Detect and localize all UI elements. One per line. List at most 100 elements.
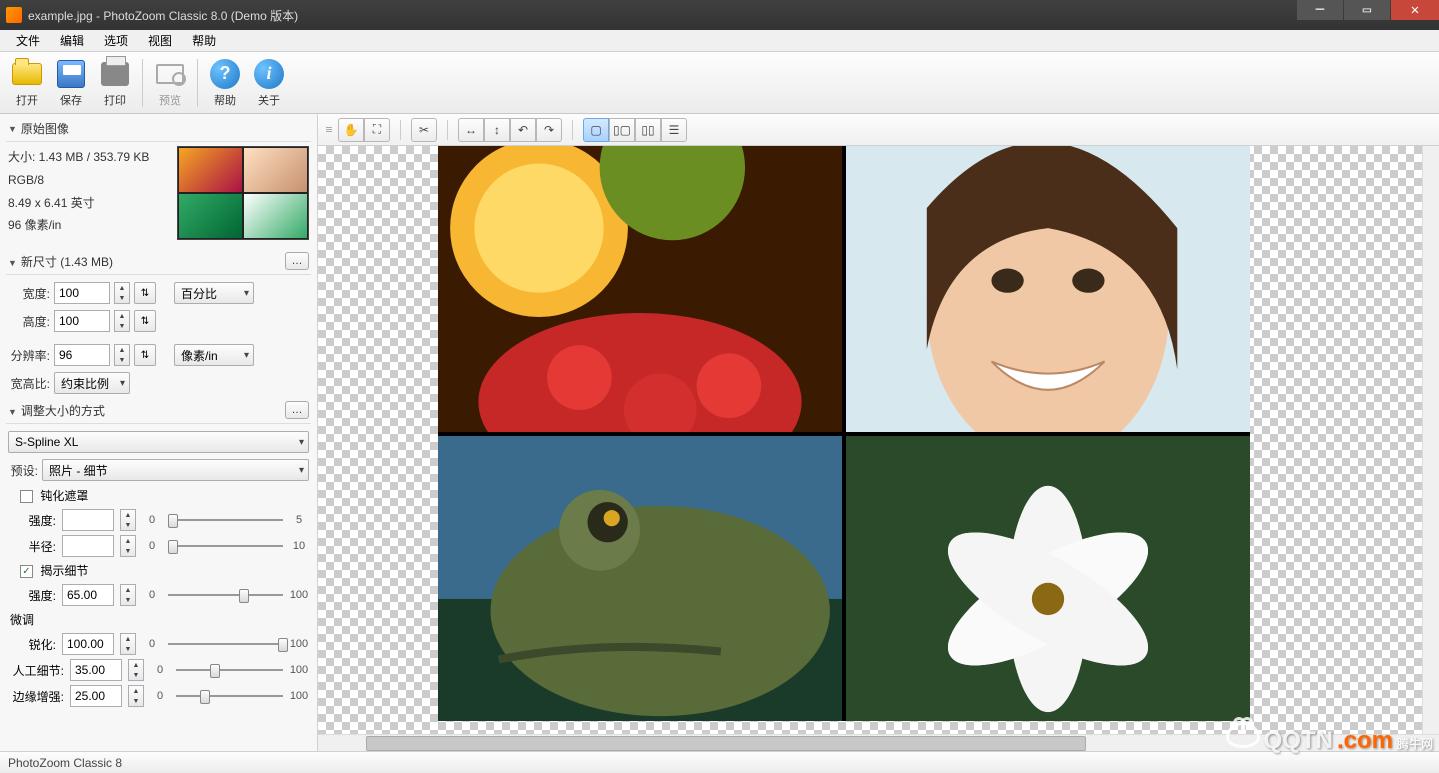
width-spinner[interactable]: ▲▼ — [114, 282, 130, 304]
layout-single-button[interactable]: ▢ — [583, 118, 609, 142]
section-original-image[interactable]: ▼原始图像 — [2, 116, 315, 141]
minimize-button[interactable]: ─ — [1297, 0, 1343, 20]
marquee-tool-button[interactable]: ⛶ — [364, 118, 390, 142]
toolbar-separator — [142, 59, 143, 107]
pan-tool-button[interactable]: ✋ — [338, 118, 364, 142]
rotate-ccw-icon: ↶ — [518, 123, 528, 137]
reveal-intensity-input[interactable] — [62, 584, 114, 606]
resolution-spinner[interactable]: ▲▼ — [114, 344, 130, 366]
reveal-intensity-spinner[interactable]: ▲▼ — [120, 584, 136, 606]
height-label: 高度: — [8, 313, 50, 330]
preset-label: 预设: — [8, 462, 38, 479]
width-input[interactable] — [54, 282, 110, 304]
unsharp-intensity-slider[interactable] — [168, 511, 283, 529]
reveal-intensity-label: 强度: — [8, 587, 56, 604]
height-spinner[interactable]: ▲▼ — [114, 310, 130, 332]
algorithm-select[interactable]: S-Spline XL — [8, 431, 309, 453]
sharpen-label: 锐化: — [8, 636, 56, 653]
about-button[interactable]: i关于 — [248, 55, 290, 111]
preview-button[interactable]: 预览 — [149, 55, 191, 111]
rotate-cw-icon: ↷ — [544, 123, 554, 137]
chevron-down-icon: ▼ — [8, 124, 17, 134]
unsharp-intensity-input[interactable] — [62, 509, 114, 531]
settings-sidebar: ▼原始图像 大小: 1.43 MB / 353.79 KB RGB/8 8.49… — [0, 114, 318, 751]
layout-sidebyside-button[interactable]: ▯▯ — [635, 118, 661, 142]
horizontal-scrollbar[interactable] — [318, 734, 1439, 751]
sharpen-spinner[interactable]: ▲▼ — [120, 633, 136, 655]
original-thumbnail[interactable] — [177, 146, 309, 240]
flip-v-button[interactable]: ↕ — [484, 118, 510, 142]
original-image-info: 大小: 1.43 MB / 353.79 KB RGB/8 8.49 x 6.4… — [8, 146, 169, 240]
resolution-label: 分辨率: — [8, 347, 50, 364]
aspect-ratio-select[interactable]: 约束比例 — [54, 372, 130, 394]
intensity-label: 强度: — [8, 512, 56, 529]
edge-input[interactable] — [70, 685, 122, 707]
menu-help[interactable]: 帮助 — [182, 30, 226, 51]
reveal-intensity-slider[interactable] — [168, 586, 283, 604]
resolution-input[interactable] — [54, 344, 110, 366]
unsharp-radius-slider[interactable] — [168, 537, 283, 555]
toolbar-grip[interactable] — [326, 120, 332, 140]
menu-view[interactable]: 视图 — [138, 30, 182, 51]
print-button[interactable]: 打印 — [94, 55, 136, 111]
layout-2col-icon: ▯▯ — [641, 123, 654, 137]
edge-spinner[interactable]: ▲▼ — [128, 685, 144, 707]
vertical-scrollbar[interactable] — [1422, 146, 1439, 734]
artifacts-input[interactable] — [70, 659, 122, 681]
flip-h-button[interactable]: ↔ — [458, 118, 484, 142]
flip-h-icon: ↔ — [465, 123, 477, 137]
resolution-link-button[interactable]: ⇅ — [134, 344, 156, 366]
height-link-button[interactable]: ⇅ — [134, 310, 156, 332]
reveal-details-checkbox[interactable]: ✓ — [20, 565, 33, 578]
rotate-ccw-button[interactable]: ↶ — [510, 118, 536, 142]
open-button[interactable]: 打开 — [6, 55, 48, 111]
radius-label: 半径: — [8, 538, 56, 555]
edge-slider[interactable] — [176, 687, 283, 705]
artifacts-label: 人工细节: — [8, 662, 64, 679]
canvas-viewport[interactable] — [318, 146, 1422, 734]
preset-select[interactable]: 照片 - 细节 — [42, 459, 309, 481]
hand-icon: ✋ — [344, 123, 359, 137]
size-unit-select[interactable]: 百分比 — [174, 282, 254, 304]
method-more-button[interactable]: … — [285, 401, 309, 419]
artifacts-spinner[interactable]: ▲▼ — [128, 659, 144, 681]
reveal-details-label: 揭示细节 — [40, 564, 88, 578]
save-button[interactable]: 保存 — [50, 55, 92, 111]
window-controls: ─ ▭ ✕ — [1297, 0, 1439, 30]
help-icon: ? — [210, 59, 240, 89]
layout-stacked-button[interactable]: ☰ — [661, 118, 687, 142]
info-icon: i — [254, 59, 284, 89]
edge-label: 边缘增强: — [8, 688, 64, 705]
finetune-label: 微调 — [2, 608, 315, 631]
height-input[interactable] — [54, 310, 110, 332]
layout-split-button[interactable]: ▯▢ — [609, 118, 635, 142]
width-label: 宽度: — [8, 285, 50, 302]
sharpen-slider[interactable] — [168, 635, 283, 653]
layout-split-icon: ▯▢ — [613, 123, 631, 137]
folder-icon — [12, 63, 42, 85]
unsharp-intensity-spinner[interactable]: ▲▼ — [120, 509, 136, 531]
menu-options[interactable]: 选项 — [94, 30, 138, 51]
rotate-cw-button[interactable]: ↷ — [536, 118, 562, 142]
section-resize-method[interactable]: ▼调整大小的方式 … — [2, 397, 315, 423]
menu-edit[interactable]: 编辑 — [50, 30, 94, 51]
unsharp-mask-checkbox[interactable] — [20, 490, 33, 503]
width-link-button[interactable]: ⇅ — [134, 282, 156, 304]
sharpen-input[interactable] — [62, 633, 114, 655]
artifacts-slider[interactable] — [176, 661, 283, 679]
unsharp-radius-input[interactable] — [62, 535, 114, 557]
crop-tool-button[interactable]: ✂ — [411, 118, 437, 142]
window-titlebar: example.jpg - PhotoZoom Classic 8.0 (Dem… — [0, 0, 1439, 30]
section-new-size[interactable]: ▼新尺寸 (1.43 MB) … — [2, 248, 315, 274]
close-button[interactable]: ✕ — [1391, 0, 1439, 20]
status-text: PhotoZoom Classic 8 — [8, 756, 122, 770]
unsharp-radius-spinner[interactable]: ▲▼ — [120, 535, 136, 557]
chevron-down-icon: ▼ — [8, 407, 17, 417]
newsize-more-button[interactable]: … — [285, 252, 309, 270]
resolution-unit-select[interactable]: 像素/in — [174, 344, 254, 366]
maximize-button[interactable]: ▭ — [1344, 0, 1390, 20]
app-icon — [6, 7, 22, 23]
help-button[interactable]: ?帮助 — [204, 55, 246, 111]
view-toolbar: ✋ ⛶ ✂ ↔ ↕ ↶ ↷ ▢ ▯▢ ▯▯ ☰ — [318, 114, 1439, 146]
menu-file[interactable]: 文件 — [6, 30, 50, 51]
